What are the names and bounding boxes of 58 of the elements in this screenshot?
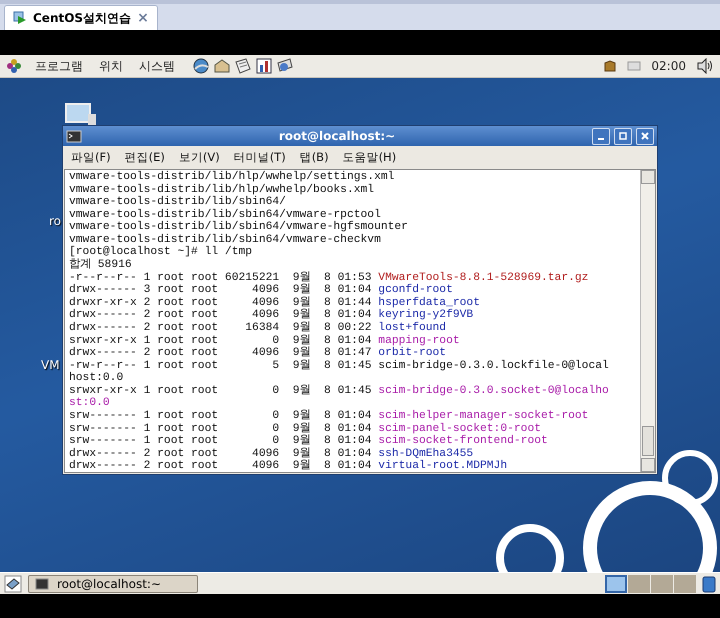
maximize-icon	[618, 131, 628, 141]
terminal-line: st:0.0	[69, 397, 111, 410]
terminal-line: drwx------ 2 root root 4096 9월 8 01:04 ssh-DQmEha3455	[69, 448, 474, 460]
menu-item[interactable]: 파일(F)	[71, 150, 111, 165]
close-button[interactable]	[636, 128, 654, 144]
minimize-button[interactable]	[592, 128, 610, 144]
terminal-line: srwxr-xr-x 1 root root 0 9월 8 01:45 scim-bridge-0.3.0.socket-0@localho	[69, 384, 610, 398]
show-desktop-icon[interactable]	[4, 574, 22, 592]
menu-item[interactable]: 탭(B)	[300, 150, 329, 165]
terminal-line: -rw-r--r-- 1 root root 5 9월 8 01:45 scim-bridge-0.3.0.lockfile-0@local	[69, 360, 610, 372]
menu-item[interactable]: 도움말(H)	[342, 150, 396, 165]
terminal-line: vmware-tools-distrib/lib/hlp/wwhelp/books.xml	[69, 184, 376, 196]
scrollbar[interactable]	[640, 170, 655, 472]
panel-menu[interactable]: 위치	[96, 58, 126, 74]
terminal-line: vmware-tools-distrib/lib/sbin64/vmware-rpctool	[69, 208, 381, 221]
terminal-line: drwx------ 2 root root 16384 9월 8 00:22 lost+found	[69, 322, 448, 334]
terminal-line: drwx------ 2 root root 4096 9월 8 01:47 orbit-root	[69, 347, 448, 360]
terminal-line: srw------- 1 root root 0 9월 8 01:04 scim-panel-socket:0-root	[69, 422, 541, 435]
menu-item[interactable]: 터미널(T)	[234, 150, 286, 165]
terminal-line: srwxr-xr-x 1 root root 0 9월 8 01:04 mapping-root	[69, 334, 461, 347]
maximize-button[interactable]	[614, 128, 632, 144]
terminal-line: drwxr-xr-x 2 root root 4096 9월 8 01:44 hsperfdata_root	[69, 296, 481, 309]
terminal-line: drwx------ 2 root root 4096 9월 8 01:04 virtual-root.MDPMJh	[69, 460, 508, 472]
close-icon[interactable]: ×	[137, 10, 149, 26]
flower-logo-icon[interactable]	[6, 58, 22, 74]
panel-menu[interactable]: 프로그램	[32, 58, 86, 74]
vm-play-icon	[13, 11, 27, 25]
terminal-line: vmware-tools-distrib/lib/sbin64/vmware-checkvm	[69, 234, 382, 246]
terminal-line: vmware-tools-distrib/lib/sbin64/vmware-hgfsmounter	[69, 221, 409, 234]
close-icon	[640, 131, 650, 141]
terminal-icon	[35, 578, 49, 590]
panel-menu[interactable]: 시스템	[136, 58, 178, 74]
document-icon[interactable]	[234, 57, 252, 75]
terminal-line: drwx------ 3 root root 4096 9월 8 01:04 gconfd-root	[69, 284, 454, 296]
terminal-line: srw------- 1 root root 0 9월 8 01:04 scim-helper-manager-socket-root	[69, 410, 590, 422]
chart-icon[interactable]	[255, 57, 273, 75]
workspace-button[interactable]	[605, 574, 627, 592]
terminal-line: vmware-tools-distrib/lib/hlp/wwhelp/settings.xml	[69, 171, 396, 184]
desktop-icon-label[interactable]: ro	[49, 214, 62, 228]
clock[interactable]: 02:00	[651, 59, 686, 73]
computer-icon[interactable]	[64, 102, 98, 128]
minimize-icon	[597, 138, 605, 140]
window-title: root@localhost:~	[278, 129, 396, 143]
menu-item[interactable]: 편집(E)	[124, 150, 165, 165]
taskbar-button[interactable]: root@localhost:~	[28, 574, 198, 592]
terminal-line: srw------- 1 root root 0 9월 8 01:04 scim-socket-frontend-root	[69, 435, 549, 448]
vm-tab[interactable]: CentOS설치연습 ×	[4, 5, 158, 30]
desktop-icon-label[interactable]: VM	[41, 358, 60, 372]
speaker-icon[interactable]	[696, 58, 714, 74]
terminal-line: vmware-tools-distrib/lib/sbin64/	[69, 196, 287, 208]
terminal-line: drwx------ 2 root root 4096 9월 8 01:04 keyring-y2f9VB	[69, 309, 474, 322]
terminal-line: host:0.0	[69, 372, 124, 385]
terminal-line: 합계 58916	[69, 259, 133, 272]
terminal-line: [root@localhost ~]# ll /tmp	[69, 246, 254, 258]
globe-icon[interactable]	[192, 57, 210, 75]
terminal-line: -r--r--r-- 1 root root 60215221 9월 8 01:53 VMwareTools-8.8.1-528969.tar.gz	[69, 272, 590, 284]
terminal-icon	[66, 130, 82, 142]
menu-item[interactable]: 보기(V)	[178, 150, 220, 165]
